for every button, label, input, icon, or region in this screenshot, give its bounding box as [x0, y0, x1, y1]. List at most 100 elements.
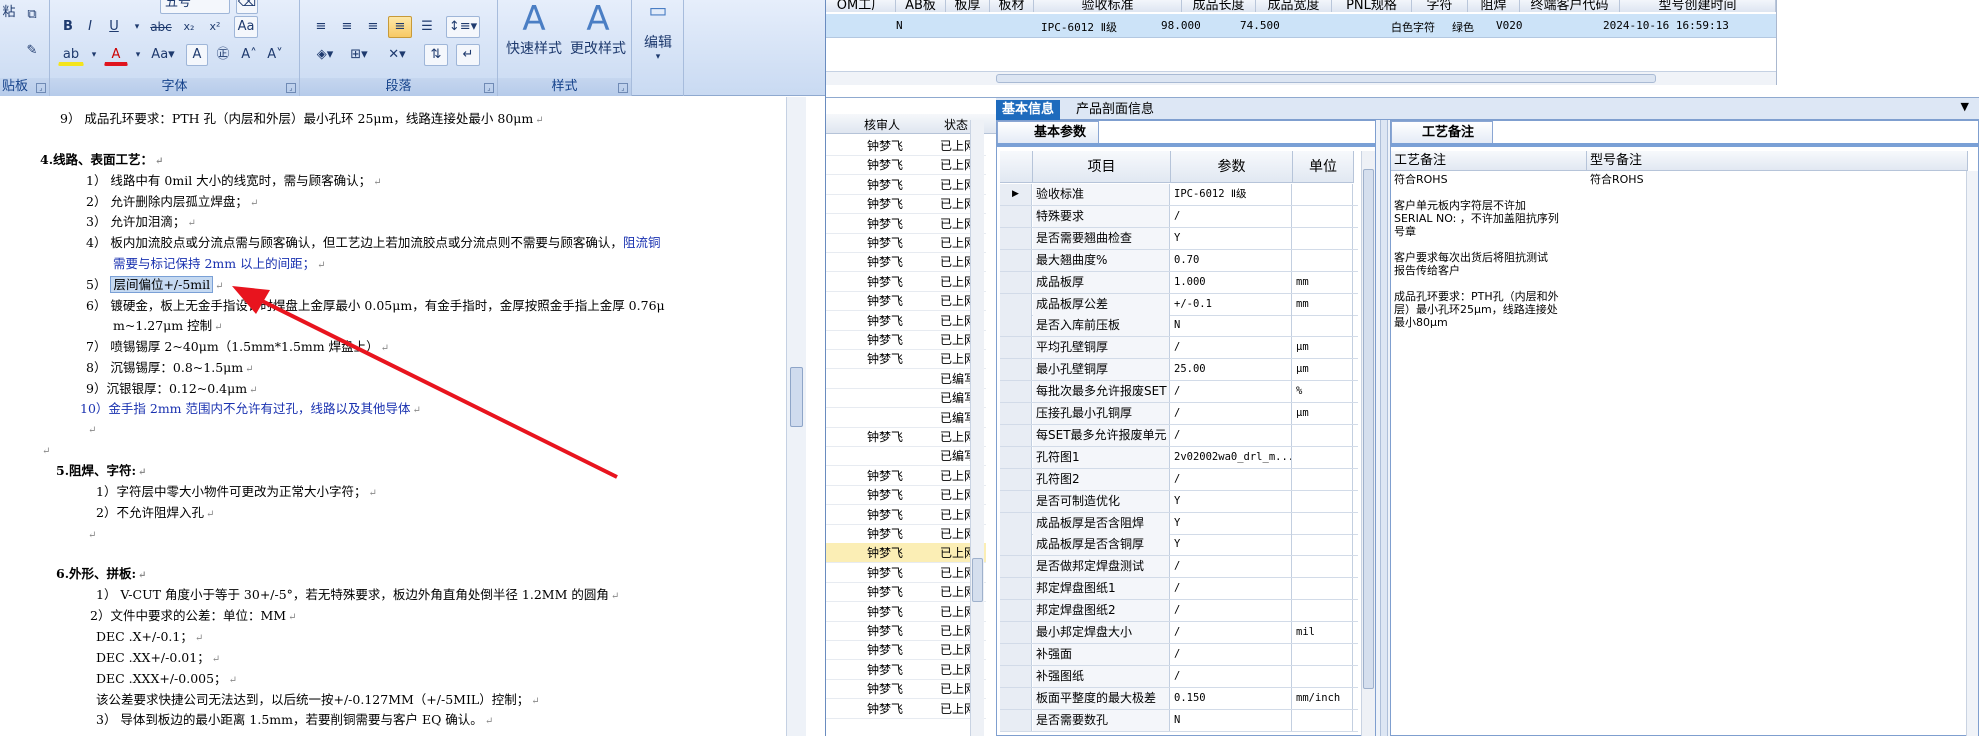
change-case-icon[interactable]: Aa — [234, 16, 258, 38]
underline-dropdown-icon[interactable]: ▾ — [130, 16, 144, 38]
param-cell[interactable]: N — [1171, 315, 1292, 337]
chevron-down-icon[interactable]: ▼ — [1961, 100, 1969, 113]
param-cell[interactable]: Y — [1171, 227, 1292, 249]
paragraph-dialog-launcher[interactable]: ⌟ — [484, 83, 494, 93]
list-item[interactable]: 钟梦飞 已上网 — [826, 524, 986, 544]
table-row[interactable]: 成品板厚公差 +/-0.1 mm — [1000, 293, 1358, 316]
table-row[interactable]: 特殊要求 / — [1000, 205, 1358, 228]
param-cell[interactable]: +/-0.1 — [1171, 293, 1292, 315]
params-scrollbar[interactable] — [1361, 151, 1375, 736]
table-row[interactable]: 是否可制造优化 Y — [1000, 490, 1358, 513]
param-cell[interactable]: / — [1171, 381, 1292, 403]
column-header[interactable]: 验收标准 — [1034, 0, 1182, 12]
list-item[interactable]: 钟梦飞 已上网 — [826, 349, 986, 370]
column-header[interactable]: 成品宽度 — [1256, 0, 1332, 12]
table-row[interactable]: 是否做邦定焊盘测试 / — [1000, 556, 1358, 579]
font-color-button[interactable]: A — [104, 44, 128, 66]
clear-format-icon[interactable]: ⌫ — [236, 0, 258, 14]
list-item[interactable]: 钟梦飞 已上网 — [826, 505, 986, 525]
table-row[interactable]: 每SET最多允许报废单元 / — [1000, 424, 1358, 447]
list-item[interactable]: 钟梦飞 已上网 — [826, 543, 986, 564]
params-scroll-thumb[interactable] — [1363, 169, 1374, 689]
font-color-dropdown-icon[interactable]: ▾ — [132, 44, 144, 66]
paste-button[interactable]: 粘 — [0, 2, 18, 24]
param-cell[interactable]: / — [1171, 424, 1292, 446]
param-cell[interactable]: Y — [1171, 534, 1292, 556]
list-item[interactable]: 钟梦飞 已上网 — [826, 214, 986, 234]
align-left-icon[interactable]: ≡ — [310, 16, 332, 38]
list-item[interactable]: 钟梦飞 已上网 — [826, 563, 986, 583]
table-row[interactable]: 平均孔壁铜厚 / μm — [1000, 337, 1358, 360]
table-row[interactable]: 是否入库前压板 N — [1000, 315, 1358, 338]
list-item[interactable]: 钟梦飞 已上网 — [826, 291, 986, 312]
panel-splitter[interactable] — [1380, 120, 1388, 736]
character-shading-icon[interactable]: A — [186, 44, 208, 66]
justify-icon[interactable]: ≡ — [388, 16, 412, 38]
param-cell[interactable]: 2v02002wa0_drl_m... — [1171, 446, 1292, 468]
tab-basic-info[interactable]: 基本信息 — [996, 100, 1061, 120]
list-item[interactable]: 钟梦飞 已上网 — [826, 252, 986, 273]
column-header[interactable]: 板材 — [990, 0, 1034, 12]
document-scroll-thumb[interactable] — [790, 367, 803, 427]
italic-button[interactable]: I — [80, 16, 100, 38]
param-cell[interactable]: 25.00 — [1171, 359, 1292, 381]
table-row[interactable]: 孔符图2/ — [1000, 468, 1358, 491]
list-item[interactable]: 钟梦飞 已上网 — [826, 136, 986, 156]
font-dialog-launcher[interactable]: ⌟ — [286, 83, 296, 93]
column-header[interactable]: 字符 — [1412, 0, 1468, 12]
font-size-select[interactable]: 五号 — [160, 0, 230, 14]
edit-button[interactable]: ▭ 编辑 ▾ — [636, 0, 680, 62]
copy-icon[interactable]: ⧉ — [22, 4, 42, 26]
list-item[interactable]: 钟梦飞 已上网 — [826, 233, 986, 253]
list-item[interactable]: 钟梦飞 已上网 — [826, 466, 986, 486]
param-cell[interactable]: / — [1171, 205, 1292, 227]
table-row[interactable]: 孔符图1 2v02002wa0_drl_m... — [1000, 446, 1358, 469]
align-center-icon[interactable]: ≡ — [336, 16, 358, 38]
list-item[interactable]: 钟梦飞 已上网 — [826, 272, 986, 292]
param-header[interactable]: 参数 — [1171, 151, 1293, 183]
list-item[interactable]: 钟梦飞 已上网 — [826, 582, 986, 603]
list-item[interactable]: 已编写 — [826, 408, 986, 428]
column-header[interactable]: 板厚 — [946, 0, 990, 12]
table-row[interactable]: 最小邦定焊盘大小 / mil — [1000, 622, 1358, 644]
bold-button[interactable]: B — [58, 16, 78, 38]
list-item[interactable]: 钟梦飞 已上网 — [826, 427, 986, 447]
list-item[interactable]: 钟梦飞 已上网 — [826, 194, 986, 215]
grid-horizontal-scrollbar[interactable] — [826, 71, 1776, 85]
line-spacing-icon[interactable]: ↕≡▾ — [446, 16, 480, 38]
status-header[interactable]: 状态 — [944, 116, 968, 133]
column-header[interactable]: PNL规格 — [1332, 0, 1412, 12]
reviewer-header[interactable]: 核审人 — [864, 116, 900, 133]
strikethrough-button[interactable]: abc — [148, 16, 174, 38]
sort-icon[interactable]: ⇅ — [424, 44, 448, 66]
param-cell[interactable]: / — [1171, 600, 1292, 622]
param-cell[interactable]: 0.70 — [1171, 249, 1292, 271]
param-cell[interactable]: / — [1171, 622, 1292, 643]
align-right-icon[interactable]: ≡ — [362, 16, 384, 38]
table-row[interactable]: 最小孔壁铜厚 25.00 μm — [1000, 359, 1358, 382]
review-list-scroll-thumb[interactable] — [972, 558, 983, 602]
table-row[interactable]: 是否需要数孔 N — [1000, 709, 1358, 732]
table-row[interactable]: 成品板厚是否含阻焊 Y — [1000, 512, 1358, 535]
notes-scrollbar[interactable] — [1966, 171, 1978, 736]
borders-icon[interactable]: ⊞▾ — [344, 44, 374, 66]
param-cell[interactable]: / — [1171, 665, 1292, 687]
item-header[interactable]: 项目 — [1033, 151, 1171, 183]
tab-basic-params[interactable]: 基本参数 — [997, 121, 1100, 143]
tab-process-notes[interactable]: 工艺备注 — [1391, 121, 1494, 143]
table-row[interactable]: 邦定焊盘图纸1/ — [1000, 578, 1358, 601]
show-marks-icon[interactable]: ↵ — [456, 44, 480, 66]
font-size-change-button[interactable]: Aa▾ — [148, 44, 178, 66]
list-item[interactable]: 已编写 — [826, 369, 986, 389]
quick-styles-button[interactable]: A 快速样式 — [502, 0, 566, 58]
list-item[interactable]: 钟梦飞 已上网 — [826, 640, 986, 661]
table-row[interactable]: 补强面 / — [1000, 643, 1358, 666]
table-row[interactable]: ▶ 验收标准 IPC-6012 Ⅱ级 — [1000, 184, 1358, 206]
table-row[interactable]: 板面平整度的最大极差 0.150 mm/inch — [1000, 687, 1358, 710]
format-painter-icon[interactable]: ✎ — [22, 40, 42, 62]
selected-text[interactable]: 层间偏位+/-5mil — [110, 276, 214, 293]
styles-dialog-launcher[interactable]: ⌟ — [618, 83, 628, 93]
param-cell[interactable]: 0.150 — [1171, 687, 1292, 709]
enclose-character-icon[interactable]: ㊣ — [212, 44, 234, 66]
param-cell[interactable]: / — [1171, 556, 1292, 578]
